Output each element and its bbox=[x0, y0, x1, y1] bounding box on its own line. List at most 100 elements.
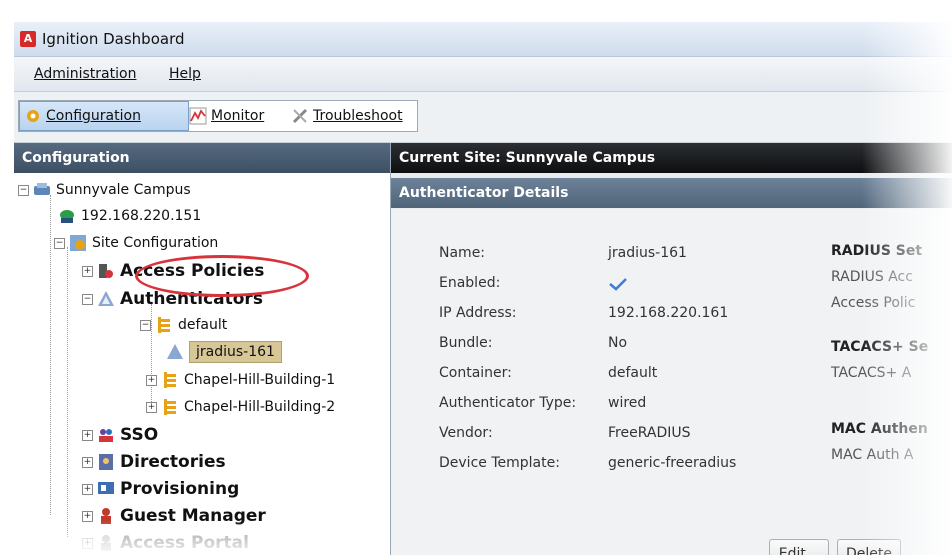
configuration-panel-header: Configuration bbox=[14, 143, 390, 173]
tree-node-access-portal[interactable]: + Access Portal bbox=[82, 530, 249, 555]
collapse-icon[interactable]: − bbox=[140, 319, 151, 331]
delete-button[interactable]: Delete bbox=[837, 539, 901, 555]
tree-label-authenticators: Authenticators bbox=[120, 289, 263, 309]
expand-icon[interactable]: + bbox=[146, 401, 157, 413]
access-policy-label: Access Polic bbox=[831, 295, 916, 311]
field-label-bundle: Bundle: bbox=[439, 335, 493, 351]
tree-label-chapel-hill-1: Chapel-Hill-Building-1 bbox=[184, 372, 336, 388]
field-label-enabled: Enabled: bbox=[439, 275, 501, 291]
tree-node-authenticators[interactable]: − Authenticators bbox=[82, 286, 263, 312]
toolbar: Configuration Monitor Troubleshoot bbox=[14, 92, 952, 143]
container-icon bbox=[164, 372, 176, 388]
tree-label-site-configuration: Site Configuration bbox=[92, 235, 219, 251]
tree-label-access-portal: Access Portal bbox=[120, 533, 249, 553]
tree-label-site: Sunnyvale Campus bbox=[56, 182, 191, 198]
tree-node-site-configuration[interactable]: − Site Configuration bbox=[54, 230, 218, 256]
menu-administration[interactable]: Administration bbox=[34, 66, 136, 82]
tree-node-sso[interactable]: + SSO bbox=[82, 422, 158, 448]
tree-label-ip: 192.168.220.151 bbox=[81, 208, 202, 224]
tree-node-jradius[interactable]: jradius-161 bbox=[166, 339, 282, 365]
tree-connector bbox=[50, 195, 51, 515]
tree-node-guest-manager[interactable]: + Guest Manager bbox=[82, 503, 266, 529]
radius-accounting-label: RADIUS Acc bbox=[831, 269, 913, 285]
server-icon bbox=[60, 210, 74, 223]
menu-help-label: Help bbox=[169, 66, 201, 82]
tree-label-chapel-hill-2: Chapel-Hill-Building-2 bbox=[184, 399, 336, 415]
tab-configuration[interactable]: Configuration bbox=[19, 101, 189, 131]
directories-icon bbox=[99, 454, 113, 470]
tacacs-settings-heading: TACACS+ Se bbox=[831, 339, 929, 355]
chart-icon bbox=[189, 107, 207, 125]
radius-settings-heading: RADIUS Set bbox=[831, 243, 923, 259]
tab-troubleshoot[interactable]: Troubleshoot bbox=[291, 101, 417, 131]
checkmark-icon bbox=[609, 278, 627, 291]
tree-node-default[interactable]: − default bbox=[140, 312, 227, 338]
field-label-name: Name: bbox=[439, 245, 486, 261]
window-title: Ignition Dashboard bbox=[42, 30, 185, 48]
mac-auth-item-label: MAC Auth A bbox=[831, 447, 914, 463]
configuration-panel: Configuration − Sunnyvale Campus 192.168… bbox=[14, 143, 391, 555]
tree-node-directories[interactable]: + Directories bbox=[82, 449, 226, 475]
collapse-icon[interactable]: − bbox=[82, 293, 93, 305]
field-value-vendor: FreeRADIUS bbox=[608, 425, 691, 441]
tree-node-chapel-hill-1[interactable]: + Chapel-Hill-Building-1 bbox=[146, 367, 335, 393]
collapse-icon[interactable]: − bbox=[18, 184, 29, 196]
expand-icon[interactable]: + bbox=[82, 265, 93, 277]
authenticator-icon bbox=[167, 344, 183, 359]
container-icon bbox=[158, 317, 170, 333]
app-window: A Ignition Dashboard Administration Help… bbox=[0, 0, 952, 555]
configuration-tree: − Sunnyvale Campus 192.168.220.151 − Sit… bbox=[14, 173, 390, 555]
tree-label-directories: Directories bbox=[120, 452, 226, 472]
tree-connector bbox=[67, 247, 68, 537]
menu-help[interactable]: Help bbox=[169, 66, 201, 82]
expand-icon[interactable]: + bbox=[82, 537, 93, 549]
tree-label-provisioning: Provisioning bbox=[120, 479, 240, 499]
site-configuration-icon bbox=[70, 235, 86, 251]
expand-icon[interactable]: + bbox=[82, 456, 93, 468]
field-value-type: wired bbox=[608, 395, 647, 411]
sso-icon bbox=[99, 429, 113, 442]
tacacs-item-label: TACACS+ A bbox=[831, 365, 912, 381]
tree-label-default: default bbox=[178, 317, 228, 333]
tree-node-chapel-hill-2[interactable]: + Chapel-Hill-Building-2 bbox=[146, 394, 335, 420]
authenticator-details-body: Name: jradius-161 Enabled: IP Address: 1… bbox=[391, 209, 952, 555]
tab-configuration-label: Configuration bbox=[46, 108, 141, 124]
field-value-name: jradius-161 bbox=[608, 245, 687, 261]
field-value-device-template: generic-freeradius bbox=[608, 455, 737, 471]
authenticators-icon bbox=[98, 291, 114, 306]
edit-button[interactable]: Edit... bbox=[769, 539, 829, 555]
tab-monitor-label: Monitor bbox=[211, 108, 265, 124]
authenticator-details-header: Authenticator Details bbox=[391, 178, 952, 208]
field-label-vendor: Vendor: bbox=[439, 425, 493, 441]
container-icon bbox=[164, 399, 176, 415]
expand-icon[interactable]: + bbox=[82, 510, 93, 522]
menu-administration-label: Administration bbox=[34, 66, 137, 82]
title-bar: A Ignition Dashboard bbox=[14, 22, 952, 57]
mac-auth-heading: MAC Authen bbox=[831, 421, 928, 437]
expand-icon[interactable]: + bbox=[82, 429, 93, 441]
tree-label-guest-manager: Guest Manager bbox=[120, 506, 266, 526]
expand-icon[interactable]: + bbox=[82, 483, 93, 495]
tree-node-ip[interactable]: 192.168.220.151 bbox=[58, 203, 201, 229]
access-policies-icon bbox=[99, 264, 113, 278]
tree-label-access-policies: Access Policies bbox=[120, 261, 265, 281]
field-label-device-template: Device Template: bbox=[439, 455, 560, 471]
tree-node-provisioning[interactable]: + Provisioning bbox=[82, 476, 239, 502]
tab-monitor[interactable]: Monitor bbox=[189, 101, 289, 131]
field-value-ip: 192.168.220.161 bbox=[608, 305, 729, 321]
app-logo-icon: A bbox=[20, 31, 36, 47]
field-label-type: Authenticator Type: bbox=[439, 395, 577, 411]
expand-icon[interactable]: + bbox=[146, 374, 157, 386]
field-label-ip: IP Address: bbox=[439, 305, 517, 321]
tree-label-jradius: jradius-161 bbox=[189, 341, 282, 363]
collapse-icon[interactable]: − bbox=[54, 237, 65, 249]
toolbar-tab-group: Configuration Monitor Troubleshoot bbox=[18, 100, 418, 132]
wrench-icon bbox=[292, 108, 308, 124]
field-label-container: Container: bbox=[439, 365, 512, 381]
tree-node-access-policies[interactable]: + Access Policies bbox=[82, 258, 264, 284]
network-icon bbox=[34, 183, 50, 195]
guest-icon bbox=[101, 508, 111, 524]
tree-node-site[interactable]: − Sunnyvale Campus bbox=[18, 177, 191, 203]
tab-troubleshoot-label: Troubleshoot bbox=[313, 108, 403, 124]
tree-label-sso: SSO bbox=[120, 425, 159, 445]
